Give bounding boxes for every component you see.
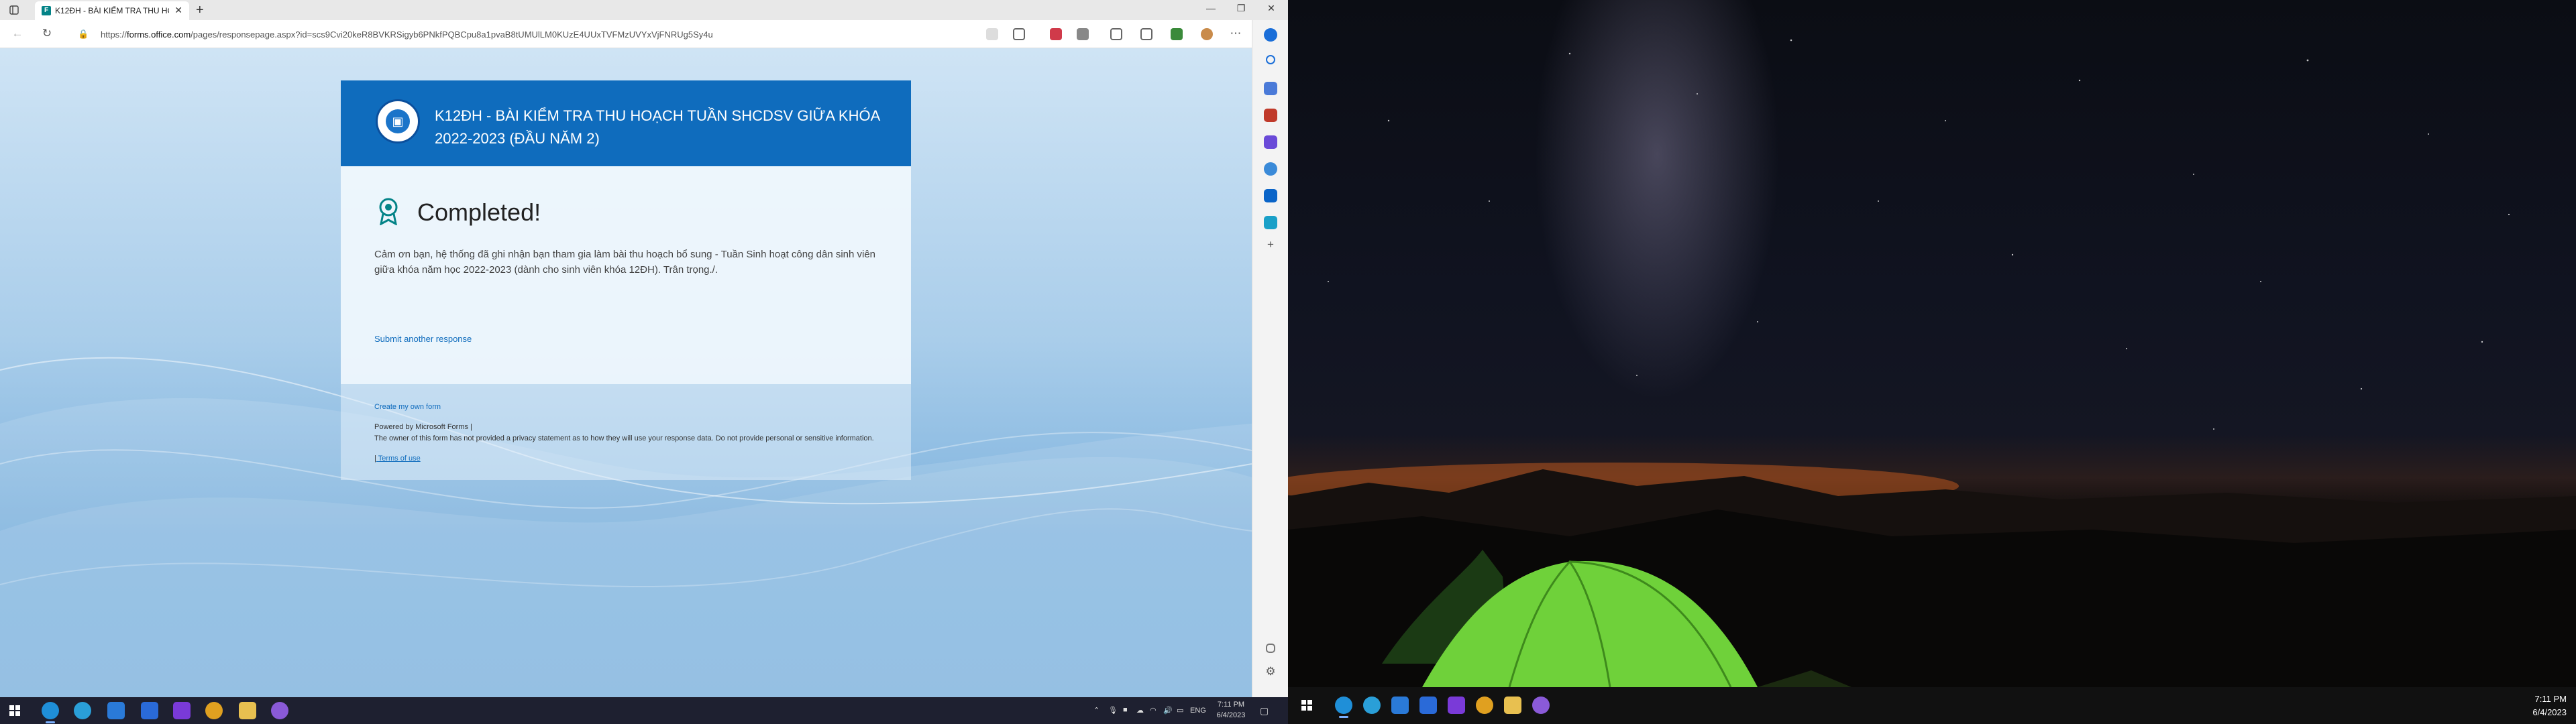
form-header: ▣ K12ĐH - BÀI KIỂM TRA THU HOẠCH TUẦN SH… [341,80,911,166]
edge-app-icon[interactable] [42,702,59,723]
hide-sidebar-icon[interactable] [1266,644,1275,653]
wifi-icon[interactable]: ◠ [1150,706,1157,715]
sidebar-settings-icon[interactable]: ⚙ [1263,665,1279,678]
powered-by-text: Powered by Microsoft Forms | [374,423,472,431]
microphone-icon[interactable]: 🎙 [1108,706,1118,715]
chrome-app-icon[interactable] [205,702,223,719]
minimize-button[interactable]: — [1197,3,1224,13]
onedrive-icon[interactable]: ☁ [1136,706,1144,715]
clock-time[interactable]: 7:11 PM [1216,701,1246,709]
chat-app-icon[interactable] [271,702,288,719]
chat-app-icon-right[interactable] [1532,697,1550,714]
antivirus-icon[interactable]: ■ [1123,706,1128,714]
back-button[interactable]: ← [9,27,25,40]
terms-of-use-link: | Terms of use [374,455,421,463]
battery-icon[interactable]: ▭ [1177,706,1183,715]
clock-date-right: 6/4/2023 [2532,707,2567,717]
school-logo: ▣ [376,99,420,143]
bing-chat-icon[interactable] [1264,28,1277,42]
clock-time-right: 7:11 PM [2534,694,2567,704]
close-window-button[interactable]: ✕ [1258,3,1285,14]
windows-start-icon-right[interactable] [1301,700,1312,711]
outlook-icon[interactable] [1264,189,1277,202]
maximize-button[interactable]: ❐ [1228,3,1254,14]
profile-avatar[interactable] [1201,28,1213,40]
browser-tab-active[interactable]: F K12ĐH - BÀI KIỂM TRA THU HOẠ ✕ [35,1,189,20]
submit-another-response-link[interactable]: Submit another response [374,334,472,344]
extension-icon[interactable] [1050,28,1062,40]
language-indicator[interactable]: ENG [1190,707,1206,715]
vscode-app-icon-right[interactable] [1391,697,1409,714]
windows-start-icon[interactable] [9,705,20,716]
edge-dev-app-icon-right[interactable] [1363,697,1381,714]
terms-of-use-text[interactable]: Terms of use [378,455,421,463]
add-sidebar-app-icon[interactable]: + [1263,238,1279,251]
favorite-star-icon[interactable] [1013,28,1025,40]
completed-ribbon-icon [379,198,398,225]
collections-icon[interactable] [1140,28,1152,40]
clock-right[interactable]: 7:11 PM 6/4/2023 [2532,692,2567,719]
lock-icon: 🔒 [78,29,89,39]
privacy-notice: The owner of this form has not provided … [374,434,874,442]
form-body: Completed! Cảm ơn bạn, hệ thống đã ghi n… [341,166,911,384]
terms-prefix: | [374,455,376,463]
taskbar-left: ⌃ 🎙 ■ ☁ ◠ 🔊 ▭ ENG 7:11 PM 6/4/2023 ▢ [0,697,1288,724]
taskbar-right: 7:11 PM 6/4/2023 [1288,687,2576,724]
file-explorer-app-icon[interactable] [239,702,256,719]
right-monitor-desktop: 7:11 PM 6/4/2023 [1288,0,2576,724]
browser-essentials-icon[interactable] [1171,28,1183,40]
shopping-icon[interactable] [1264,82,1277,95]
favorites-icon[interactable] [1110,28,1122,40]
tools-icon[interactable] [1264,109,1277,122]
visual-studio-app-icon[interactable] [173,702,191,719]
file-explorer-app-icon-right[interactable] [1504,697,1521,714]
thank-you-message: Cảm ơn bạn, hệ thống đã ghi nhận bạn tha… [374,249,876,276]
volume-icon[interactable]: 🔊 [1163,706,1173,715]
form-title: K12ĐH - BÀI KIỂM TRA THU HOẠCH TUẦN SHCD… [435,107,880,147]
read-aloud-icon[interactable] [986,28,998,40]
tab-title: K12ĐH - BÀI KIỂM TRA THU HOẠ [55,6,169,15]
visual-studio-app-icon-right[interactable] [1448,697,1465,714]
notification-icon[interactable]: ▢ [1260,705,1269,717]
browser-tab-strip: F K12ĐH - BÀI KIỂM TRA THU HOẠ ✕ + — ❐ ✕ [0,0,1288,20]
edge-app-icon-right[interactable] [1335,697,1352,718]
chrome-app-icon-right[interactable] [1476,697,1493,714]
forms-page-background: ▣ K12ĐH - BÀI KIỂM TRA THU HOẠCH TUẦN SH… [0,48,1252,697]
zalo-app-icon-right[interactable] [1419,697,1437,714]
browser-toolbar: ← ↻ 🔒 https://forms.office.com/pages/res… [0,20,1268,48]
drop-icon[interactable] [1264,216,1277,229]
tab-actions-icon[interactable] [9,5,19,15]
search-icon[interactable] [1266,55,1275,64]
new-tab-button[interactable]: + [196,3,204,18]
show-hidden-icons-icon[interactable]: ⌃ [1093,706,1099,715]
games-icon[interactable] [1264,135,1277,149]
address-bar[interactable]: 🔒 https://forms.office.com/pages/respons… [74,25,1013,44]
night-sky-tent-wallpaper [1288,39,2576,724]
book-icon: ▣ [386,109,410,133]
form-card: ▣ K12ĐH - BÀI KIỂM TRA THU HOẠCH TUẦN SH… [341,80,911,480]
extension-icon-2[interactable] [1077,28,1089,40]
create-my-own-form-link[interactable]: Create my own form [374,403,441,411]
completed-heading: Completed! [417,198,541,226]
clock-date[interactable]: 6/4/2023 [1213,711,1249,719]
zalo-app-icon[interactable] [141,702,158,719]
left-monitor: F K12ĐH - BÀI KIỂM TRA THU HOẠ ✕ + — ❐ ✕… [0,0,1288,724]
forms-favicon-icon: F [42,6,51,15]
tab-close-icon[interactable]: ✕ [174,5,182,16]
url-text: https://forms.office.com/pages/responsep… [101,29,713,40]
vscode-app-icon[interactable] [107,702,125,719]
edge-sidebar: + ⚙ [1252,20,1288,697]
refresh-button[interactable]: ↻ [39,27,55,40]
edge-dev-app-icon[interactable] [74,702,91,719]
microsoft-365-icon[interactable] [1264,162,1277,176]
form-footer: Create my own form Powered by Microsoft … [341,384,911,480]
settings-more-icon[interactable]: ⋯ [1228,27,1244,40]
